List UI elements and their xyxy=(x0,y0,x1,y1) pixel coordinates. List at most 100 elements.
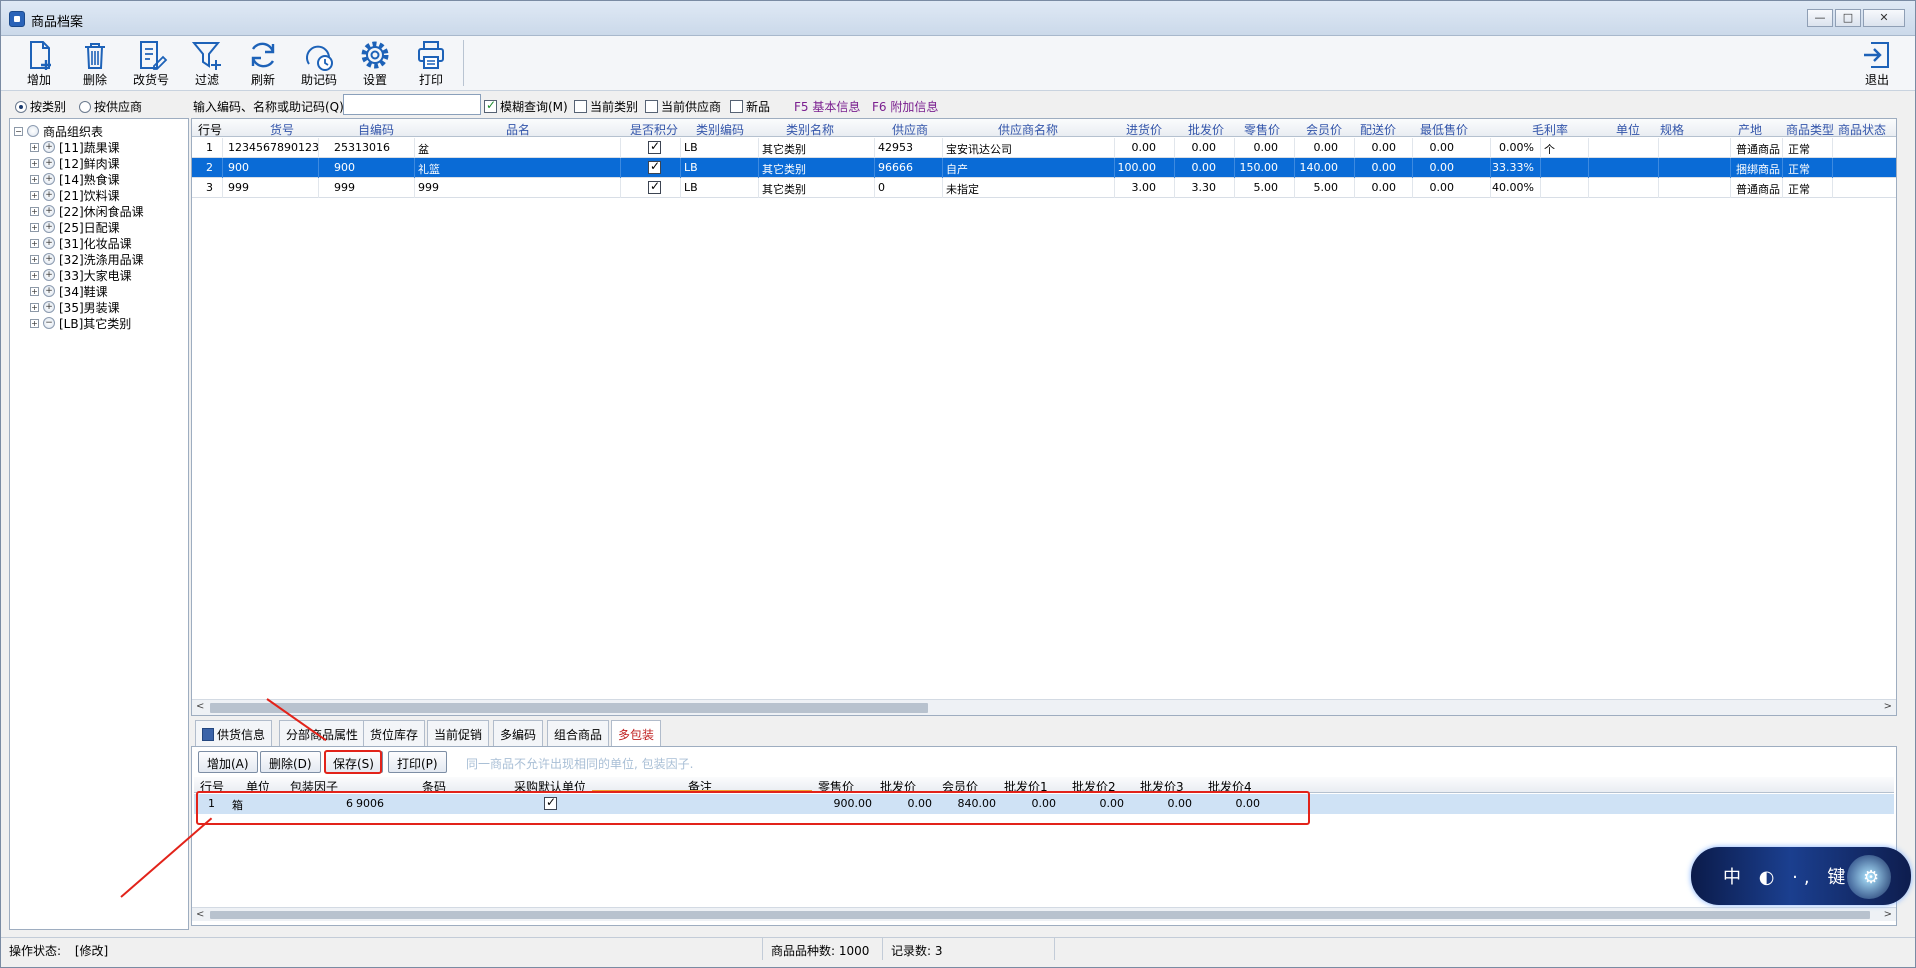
grid-column-header[interactable]: 行号 xyxy=(198,121,222,138)
tree-root[interactable]: − 商品组织表 xyxy=(14,123,103,139)
filter-button[interactable]: 过滤 xyxy=(181,38,233,90)
tree-item[interactable]: + + [12]鲜肉课 xyxy=(30,155,120,171)
app-icon xyxy=(9,11,25,27)
tree-item[interactable]: + − [LB]其它类别 xyxy=(30,315,131,331)
table-row[interactable]: 2 900 900 礼篮 LB 其它类别 96666 自产 100.00 0.00 150.00 14… xyxy=(192,158,1896,178)
scroll-left-icon[interactable]: < xyxy=(196,909,204,920)
tab-current-promotion[interactable]: 当前促销 xyxy=(427,720,490,746)
expand-icon[interactable]: + xyxy=(30,222,39,232)
sub-print-button[interactable]: 打印(P) xyxy=(388,751,447,773)
print-button[interactable]: 打印 xyxy=(405,38,457,90)
expand-icon[interactable]: + xyxy=(30,270,39,280)
tab-supply-info[interactable]: 供货信息 xyxy=(195,720,273,746)
grid-column-header[interactable]: 货号 xyxy=(270,121,294,138)
change-sku-button[interactable]: 改货号 xyxy=(125,38,177,90)
refresh-button[interactable]: 刷新 xyxy=(237,38,289,90)
tab-multi-code[interactable]: 多编码 xyxy=(493,720,544,746)
by-supplier-radio[interactable]: 按供应商 xyxy=(79,98,142,115)
expand-icon[interactable]: + xyxy=(30,174,39,184)
grid-column-header[interactable]: 单位 xyxy=(1616,121,1640,138)
grid-column-header[interactable]: 供应商 xyxy=(892,121,928,138)
maximize-button[interactable]: □ xyxy=(1835,9,1861,27)
scroll-right-icon[interactable]: > xyxy=(1884,909,1892,920)
new-item-checkbox[interactable]: 新品 xyxy=(730,98,770,115)
scroll-left-icon[interactable]: < xyxy=(196,701,204,712)
points-checkbox[interactable] xyxy=(648,179,661,194)
fuzzy-query-checkbox[interactable]: 模糊查询(M) xyxy=(484,98,568,115)
cell-sku: 999 xyxy=(228,181,249,194)
settings-button[interactable]: 设置 xyxy=(349,38,401,90)
collapse-icon[interactable]: − xyxy=(14,126,23,136)
tab-multi-package[interactable]: 多包装 xyxy=(611,720,662,746)
grid-column-header[interactable]: 配送价 xyxy=(1360,121,1396,138)
scroll-right-icon[interactable]: > xyxy=(1884,701,1892,712)
expand-icon[interactable]: + xyxy=(30,238,39,248)
memo-code-button[interactable]: 助记码 xyxy=(293,38,345,90)
grid-column-header[interactable]: 类别编码 xyxy=(696,121,744,138)
table-row[interactable]: 1 1234567890123 25313016 盆 LB 其它类别 42953 宝安讯达公司… xyxy=(192,138,1896,158)
grid-column-header[interactable]: 自编码 xyxy=(358,121,394,138)
expand-icon[interactable]: + xyxy=(30,254,39,264)
exit-button[interactable]: 退出 xyxy=(1851,38,1903,90)
grid-column-header[interactable]: 产地 xyxy=(1738,121,1762,138)
minimize-button[interactable]: — xyxy=(1807,9,1833,27)
points-checkbox[interactable] xyxy=(648,139,661,154)
cell-divider xyxy=(222,178,223,198)
tree-item[interactable]: + + [32]洗涤用品课 xyxy=(30,251,144,267)
ime-widget[interactable]: 中 ◐ ·, 键 ⚙ xyxy=(1691,847,1911,905)
expand-icon[interactable]: + xyxy=(30,302,39,312)
expand-icon[interactable]: + xyxy=(30,190,39,200)
tree-item[interactable]: + + [31]化妆品课 xyxy=(30,235,132,251)
grid-column-header[interactable]: 品名 xyxy=(506,121,530,138)
scrollbar-thumb[interactable] xyxy=(210,911,1870,919)
tree-item[interactable]: + + [14]熟食课 xyxy=(30,171,120,187)
tree-item[interactable]: + + [22]休闲食品课 xyxy=(30,203,144,219)
tree-item[interactable]: + + [35]男装课 xyxy=(30,299,120,315)
gear-icon xyxy=(361,41,389,69)
grid-column-header[interactable]: 商品状态 xyxy=(1838,121,1886,138)
f5-basic-info-link[interactable]: F5 基本信息 xyxy=(794,98,860,115)
tree-item[interactable]: + + [11]蔬果课 xyxy=(30,139,120,155)
grid-column-header[interactable]: 批发价 xyxy=(1188,121,1224,138)
f6-extra-info-link[interactable]: F6 附加信息 xyxy=(872,98,938,115)
expand-icon[interactable]: + xyxy=(30,318,39,328)
expand-icon[interactable]: + xyxy=(30,142,39,152)
by-category-radio[interactable]: 按类别 xyxy=(15,98,66,115)
tab-location-stock[interactable]: 货位库存 xyxy=(363,720,426,746)
tab-branch-attributes[interactable]: 分部商品属性 xyxy=(279,720,366,746)
sub-add-button[interactable]: 增加(A) xyxy=(198,751,258,773)
grid-column-header[interactable]: 最低售价 xyxy=(1420,121,1468,138)
expand-icon[interactable]: + xyxy=(30,206,39,216)
tree-item[interactable]: + + [25]日配课 xyxy=(30,219,120,235)
grid-column-header[interactable]: 会员价 xyxy=(1306,121,1342,138)
tab-combo-product[interactable]: 组合商品 xyxy=(547,720,610,746)
grid-column-header[interactable]: 供应商名称 xyxy=(998,121,1058,138)
grid-column-header[interactable]: 类别名称 xyxy=(786,121,834,138)
grid-column-header[interactable]: 进货价 xyxy=(1126,121,1162,138)
cell-name: 礼篮 xyxy=(418,163,440,176)
tree-item[interactable]: + + [21]饮料课 xyxy=(30,187,120,203)
change-sku-button-label: 改货号 xyxy=(132,73,169,87)
grid-column-header[interactable]: 规格 xyxy=(1660,121,1684,138)
grid-column-header[interactable]: 毛利率 xyxy=(1532,121,1568,138)
horizontal-scrollbar[interactable]: < > xyxy=(192,699,1896,715)
current-category-checkbox[interactable]: 当前类别 xyxy=(574,98,638,115)
current-supplier-checkbox[interactable]: 当前供应商 xyxy=(645,98,721,115)
expand-icon[interactable]: + xyxy=(30,286,39,296)
sub-delete-button[interactable]: 删除(D) xyxy=(260,751,321,773)
grid-column-header[interactable]: 零售价 xyxy=(1244,121,1280,138)
grid-column-header[interactable]: 商品类型 xyxy=(1786,121,1834,138)
expand-icon[interactable]: + xyxy=(30,158,39,168)
add-button[interactable]: 增加 xyxy=(13,38,65,90)
tree-item[interactable]: + + [34]鞋课 xyxy=(30,283,108,299)
tree-item[interactable]: + + [33]大家电课 xyxy=(30,267,132,283)
scrollbar-thumb[interactable] xyxy=(210,703,928,713)
sub-horizontal-scrollbar[interactable]: < > xyxy=(192,907,1896,921)
table-row[interactable]: 3 999 999 999 LB 其它类别 0 未指定 3.00 3.30 5.00 5.00 0.00… xyxy=(192,178,1896,198)
search-input[interactable] xyxy=(343,94,481,115)
close-button[interactable]: ✕ xyxy=(1863,9,1905,27)
cell-divider xyxy=(620,138,621,158)
delete-button[interactable]: 删除 xyxy=(69,38,121,90)
grid-column-header[interactable]: 是否积分 xyxy=(630,121,678,138)
points-checkbox[interactable] xyxy=(648,159,661,174)
